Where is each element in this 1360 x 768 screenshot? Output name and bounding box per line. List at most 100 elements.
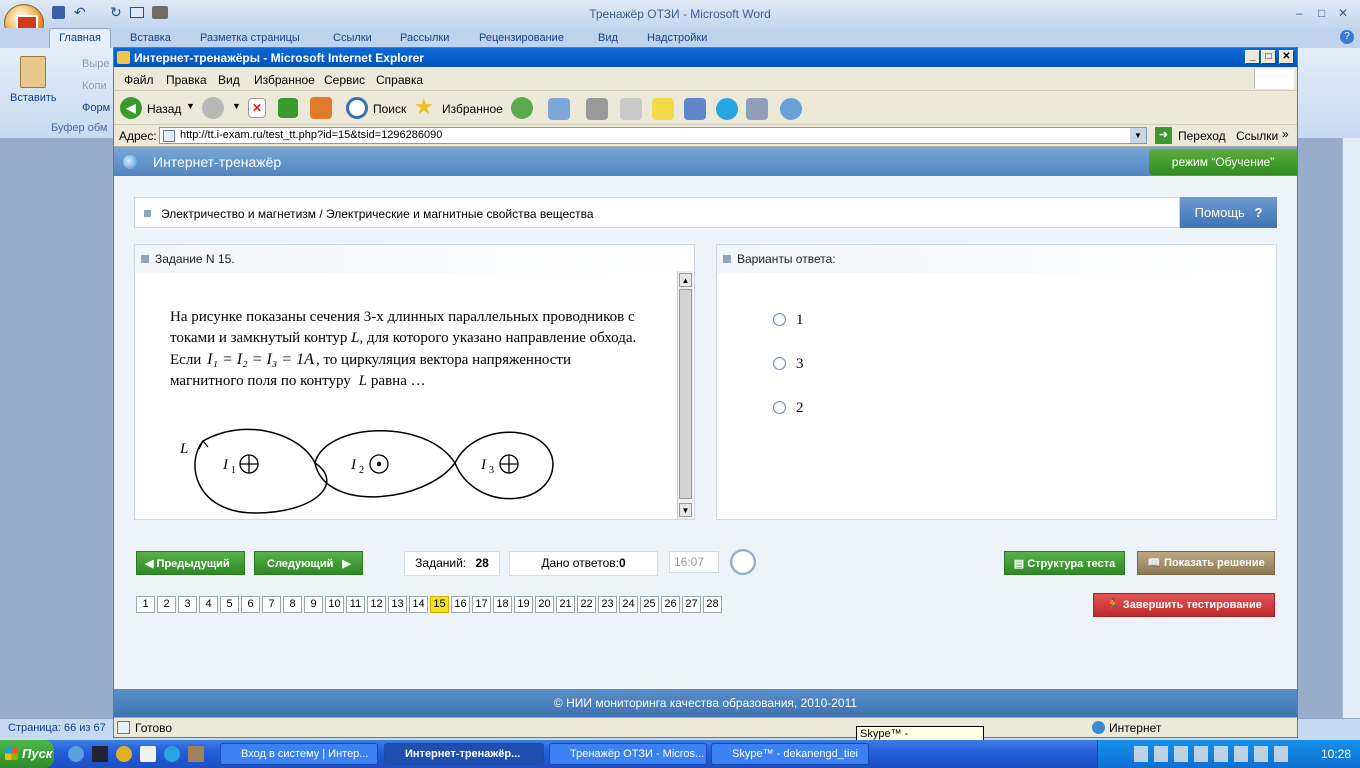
paste-label[interactable]: Вставить [10,92,57,104]
page-number-button[interactable]: 19 [514,596,533,613]
ie-close-button[interactable]: ✕ [1279,50,1294,64]
task-scrollbar[interactable]: ▲ ▼ [677,271,693,519]
radio-button[interactable] [773,357,786,370]
scroll-thumb[interactable] [679,289,692,499]
app-quicklaunch-icon[interactable] [188,746,204,762]
ie-minimize-button[interactable]: _ [1245,50,1260,64]
start-label[interactable]: Пуск [22,746,52,761]
refresh-icon[interactable] [278,98,298,118]
tab-mailings[interactable]: Рассылки [400,32,449,44]
page-number-button[interactable]: 10 [325,596,344,613]
address-url[interactable]: http://tt.i-exam.ru/test_tt.php?id=15&ts… [180,129,442,141]
research-icon[interactable] [746,98,768,120]
next-button[interactable]: Следующий ▶ [254,551,363,575]
translate-icon[interactable] [684,98,706,120]
skype-quicklaunch-icon[interactable] [164,746,180,762]
menu-favorites[interactable]: Избранное [254,73,315,87]
address-field[interactable]: http://tt.i-exam.ru/test_tt.php?id=15&ts… [159,127,1147,144]
redo-icon[interactable]: ↻ [110,5,122,19]
taskbar-item-label[interactable]: Тренажёр ОТЗИ - Micros... [570,748,704,760]
tab-review[interactable]: Рецензирование [479,32,564,44]
previous-button[interactable]: ◀ Предыдущий [136,551,245,575]
cut-label[interactable]: Выре [82,58,109,70]
page-number-button[interactable]: 13 [388,596,407,613]
page-number-button[interactable]: 12 [367,596,386,613]
menu-view[interactable]: Вид [218,73,240,87]
page-number-button[interactable]: 23 [598,596,617,613]
note-icon[interactable] [652,98,674,120]
tab-addins[interactable]: Надстройки [647,32,707,44]
taskbar-item-label[interactable]: Skype™ - dekanengd_tiei [732,748,858,760]
page-number-button[interactable]: 22 [577,596,596,613]
chrome-quicklaunch-icon[interactable] [116,746,132,762]
answer-option-1[interactable]: 1 [773,312,873,328]
format-painter-label[interactable]: Форм [82,102,110,114]
answer-label[interactable]: 1 [796,312,804,329]
go-label[interactable]: Переход [1178,129,1226,143]
edit-icon[interactable] [620,98,642,120]
stop-icon[interactable]: ✕ [248,98,266,118]
forward-dropdown-icon[interactable]: ▼ [232,101,241,111]
page-number-button[interactable]: 5 [220,596,239,613]
page-number-button[interactable]: 8 [283,596,302,613]
tab-references[interactable]: Ссылки [333,32,372,44]
tab-view[interactable]: Вид [598,32,618,44]
radio-button[interactable] [773,401,786,414]
answer-label[interactable]: 2 [796,400,804,417]
go-arrow-icon[interactable]: ➜ [1155,127,1172,144]
question-icon[interactable]: ? [1254,205,1262,220]
page-number-button[interactable]: 9 [304,596,323,613]
page-number-button[interactable]: 27 [682,596,701,613]
tab-home[interactable]: Главная [49,28,111,48]
help-label[interactable]: Помощь [1195,205,1245,220]
taskbar-item-label[interactable]: Интернет-тренажёр... [405,748,520,760]
show-desktop-icon[interactable] [92,746,108,762]
back-arrow-icon[interactable]: ◀ [120,97,142,119]
help-icon[interactable]: ? [1340,30,1354,44]
page-number-button[interactable]: 2 [157,596,176,613]
search-icon[interactable] [346,97,368,119]
print-icon[interactable] [586,98,608,120]
page-number-button[interactable]: 7 [262,596,281,613]
page-number-button[interactable]: 18 [493,596,512,613]
minimize-icon[interactable]: – [1296,6,1303,20]
messenger-icon[interactable] [780,98,802,120]
answer-option-2[interactable]: 3 [773,356,873,372]
mail-icon[interactable] [548,98,570,120]
menu-tools[interactable]: Сервис [324,73,365,87]
radio-button[interactable] [773,313,786,326]
page-number-button[interactable]: 14 [409,596,428,613]
menu-help[interactable]: Справка [376,73,423,87]
history-icon[interactable] [511,97,533,119]
tab-page-layout[interactable]: Разметка страницы [200,32,300,44]
page-number-button[interactable]: 21 [556,596,575,613]
menu-edit[interactable]: Правка [166,73,207,87]
page-number-button[interactable]: 4 [199,596,218,613]
close-icon[interactable]: ✕ [1338,6,1348,20]
page-number-button[interactable]: 26 [661,596,680,613]
ie-quicklaunch-icon[interactable] [68,746,84,762]
print-icon[interactable] [152,6,168,19]
answer-option-3[interactable]: 2 [773,400,873,416]
favorites-star-icon[interactable]: ★ [414,94,434,120]
menu-file[interactable]: Файл [124,73,154,87]
answer-label[interactable]: 3 [796,356,804,373]
start-button[interactable]: Пуск [0,740,54,768]
page-number-button[interactable]: 25 [640,596,659,613]
forward-arrow-icon[interactable] [202,97,224,119]
links-label[interactable]: Ссылки [1236,129,1278,143]
test-structure-button[interactable]: ▤ Структура теста [1004,551,1125,575]
quick-access-toolbar[interactable]: ↶ ↻ [52,5,172,22]
table-icon[interactable] [130,7,144,18]
show-solution-button[interactable]: 📖 Показать решение [1137,551,1275,575]
tray-icons[interactable] [1134,746,1294,762]
page-number-button[interactable]: 6 [241,596,260,613]
taskbar-item-login[interactable]: Вход в систему | Интер... [220,743,378,765]
home-icon[interactable] [310,97,332,119]
search-label[interactable]: Поиск [373,102,406,116]
page-number-button[interactable]: 17 [472,596,491,613]
help-button[interactable]: Помощь ? [1180,197,1277,228]
word-scrollbar[interactable] [1342,138,1360,718]
tab-insert[interactable]: Вставка [130,32,171,44]
page-number-button-current[interactable]: 15 [430,596,449,613]
